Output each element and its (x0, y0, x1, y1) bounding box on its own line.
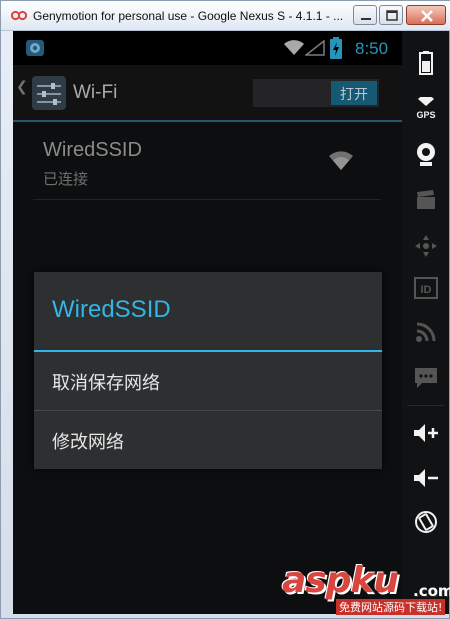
battery-widget[interactable] (402, 51, 449, 75)
window-title-bar[interactable]: Genymotion for personal use - Google Nex… (1, 1, 450, 31)
dpad-icon (414, 235, 437, 257)
webcam-widget[interactable] (402, 141, 449, 167)
clapperboard-icon (416, 190, 435, 209)
id-icon: ID (413, 277, 438, 299)
gps-icon: GPS (416, 97, 435, 120)
close-button[interactable] (406, 5, 446, 25)
id-label: ID (420, 284, 431, 296)
rotate-button[interactable] (402, 509, 449, 535)
gps-widget[interactable]: GPS (402, 97, 449, 121)
emulator-window: Genymotion for personal use - Google Nex… (0, 0, 450, 619)
battery-icon (418, 51, 433, 75)
volume-up-button[interactable] (402, 423, 449, 443)
maximize-button[interactable] (379, 5, 403, 25)
modify-network-option[interactable]: 修改网络 (34, 411, 382, 469)
minimize-icon (361, 18, 371, 20)
watermark-tagline: 免费网站源码下载站! (336, 599, 446, 615)
volume-down-icon (413, 469, 438, 487)
watermark: aspku .com 免费网站源码下载站! (282, 558, 450, 619)
minimize-button[interactable] (353, 5, 377, 25)
watermark-domain: .com (413, 582, 450, 600)
dpad-widget[interactable] (402, 234, 449, 258)
webcam-icon (416, 143, 435, 166)
maximize-icon (386, 10, 398, 21)
sms-icon (414, 368, 437, 388)
control-strip: GPS ID (402, 31, 449, 614)
window-title: Genymotion for personal use - Google Nex… (33, 9, 344, 23)
capture-widget[interactable] (402, 189, 449, 211)
gps-label: GPS (416, 110, 435, 120)
modify-network-label: 修改网络 (52, 432, 124, 453)
broadcast-widget[interactable] (402, 321, 449, 343)
watermark-logo: aspku (282, 560, 399, 601)
android-screen: 8:50 ❮ Wi-Fi 打开 WiredSSID 已连接 WiredSSID … (13, 31, 402, 614)
dialog-title: WiredSSID (52, 296, 171, 323)
forget-network-option[interactable]: 取消保存网络 (34, 352, 382, 410)
volume-down-button[interactable] (402, 468, 449, 488)
genymotion-logo-icon (11, 10, 27, 21)
volume-up-icon (413, 424, 438, 442)
close-icon (421, 10, 433, 22)
strip-divider (407, 405, 444, 406)
network-dialog: WiredSSID 取消保存网络 修改网络 (34, 272, 382, 469)
sms-widget[interactable] (402, 367, 449, 389)
rotate-icon (414, 511, 437, 533)
forget-network-label: 取消保存网络 (52, 373, 160, 394)
rss-icon (415, 322, 435, 342)
device-id-widget[interactable]: ID (402, 277, 449, 299)
